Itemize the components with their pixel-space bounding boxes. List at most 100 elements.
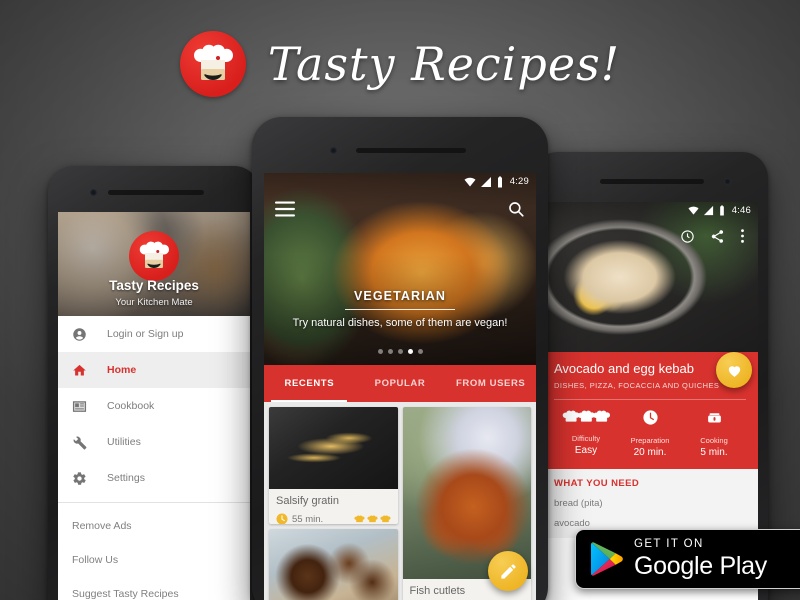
status-bar-clock: 4:29 xyxy=(509,176,529,187)
badge-small-text: GET IT ON xyxy=(634,537,704,550)
sidebar-item-label: Home xyxy=(107,364,137,376)
chef-hat-logo-icon xyxy=(179,31,246,97)
wifi-icon xyxy=(688,206,699,215)
carousel-dots[interactable] xyxy=(264,349,536,354)
sidebar-item-label: Cookbook xyxy=(107,400,155,412)
sidebar-item-settings[interactable]: Settings xyxy=(58,460,250,496)
recipe-card[interactable] xyxy=(269,528,398,600)
tab-label: POPULAR xyxy=(374,378,426,389)
stat-label: Difficulty xyxy=(571,434,601,443)
drawer-nav: Login or Sign up Home Cookbook Utilities… xyxy=(58,316,250,600)
chef-hat-rating-icon xyxy=(562,410,610,422)
earpiece-speaker xyxy=(108,190,204,195)
hero-category: VEGETARIAN xyxy=(353,289,447,303)
sidebar-item-label: Login or Sign up xyxy=(107,328,184,340)
carousel-dot[interactable] xyxy=(397,349,403,354)
stat-difficulty: Difficulty Easy xyxy=(554,409,618,458)
status-bar: 4:46 xyxy=(542,202,758,219)
sidebar-item-utilities[interactable]: Utilities xyxy=(58,424,250,460)
recipe-card[interactable]: Salsify gratin 55 min. xyxy=(269,407,398,524)
favorite-fab[interactable] xyxy=(716,352,752,388)
recipe-stats: Difficulty Easy Preparation 20 min. Cook… xyxy=(554,400,746,458)
recipe-thumbnail xyxy=(269,528,398,600)
sidebar-item-follow-us[interactable]: Follow Us xyxy=(58,543,250,577)
stat-cooking: Cooking 5 min. xyxy=(682,409,746,458)
gear-icon xyxy=(72,471,96,486)
stat-preparation: Preparation 20 min. xyxy=(618,409,682,458)
front-camera-icon xyxy=(90,189,97,196)
recipe-thumbnail xyxy=(269,407,398,489)
stat-label: Preparation xyxy=(630,436,670,445)
search-icon[interactable] xyxy=(507,200,525,218)
drawer-subtitle: Your Kitchen Mate xyxy=(115,297,193,308)
ingredient-item: avocado xyxy=(554,518,590,529)
tab-label: RECENTS xyxy=(284,378,335,389)
sidebar-item-home[interactable]: Home xyxy=(58,352,250,388)
status-bar-clock: 4:46 xyxy=(731,205,751,216)
app-bar xyxy=(264,190,536,228)
stat-value: Easy xyxy=(574,445,598,456)
add-recipe-fab[interactable] xyxy=(488,551,528,591)
pencil-edit-icon xyxy=(500,563,516,579)
recipe-name: Salsify gratin xyxy=(276,495,339,507)
battery-icon xyxy=(497,176,502,187)
hero-banner[interactable]: 4:29 VEGETARIAN Try natural dishes, some… xyxy=(264,173,536,365)
sidebar-item-suggest-recipes[interactable]: Suggest Tasty Recipes xyxy=(58,577,250,600)
pot-icon xyxy=(707,413,721,423)
tab-from-users[interactable]: FROM USERS xyxy=(445,365,536,402)
carousel-dot[interactable] xyxy=(377,349,383,354)
account-circle-icon xyxy=(72,327,96,342)
tab-bar: RECENTS POPULAR FROM USERS xyxy=(264,365,536,402)
front-camera-icon xyxy=(724,178,731,185)
cell-signal-icon xyxy=(480,176,491,187)
phone-mockup-center: 4:29 VEGETARIAN Try natural dishes, some… xyxy=(252,117,548,600)
ingredient-item: bread (pita) xyxy=(554,498,603,509)
recipe-time: 55 min. xyxy=(292,513,324,524)
earpiece-speaker xyxy=(356,148,466,153)
recipe-rating xyxy=(353,514,391,524)
stat-value: 20 min. xyxy=(633,447,667,458)
carousel-dot[interactable] xyxy=(387,349,393,354)
heart-icon xyxy=(728,365,740,377)
ingredients-panel: WHAT YOU NEED bread (pita) avocado xyxy=(542,469,758,538)
tab-label: FROM USERS xyxy=(456,378,526,389)
page-header: Tasty Recipes! xyxy=(0,18,800,110)
status-bar: 4:29 xyxy=(264,173,536,190)
stat-label: Cooking xyxy=(700,436,728,445)
drawer-header: Tasty Recipes Your Kitchen Mate xyxy=(58,212,250,316)
drawer-title: Tasty Recipes xyxy=(109,278,199,293)
recipe-photo: 4:46 xyxy=(542,202,758,352)
divider xyxy=(345,309,455,310)
drawer-logo-icon xyxy=(129,231,179,281)
sidebar-item-label: Remove Ads xyxy=(72,520,132,532)
timer-icon xyxy=(681,229,694,243)
wifi-icon xyxy=(464,177,476,186)
timer-icon xyxy=(642,410,658,425)
sidebar-item-label: Utilities xyxy=(107,436,141,448)
left-phone-screen: Tasty Recipes Your Kitchen Mate Login or… xyxy=(58,212,250,600)
clock-icon xyxy=(276,513,288,524)
google-play-badge[interactable]: GET IT ON Google Play xyxy=(575,529,800,589)
home-icon xyxy=(72,363,96,378)
section-heading: WHAT YOU NEED xyxy=(554,478,640,489)
carousel-dot-active[interactable] xyxy=(407,349,413,354)
hero-description: Try natural dishes, some of them are veg… xyxy=(292,317,508,329)
recipe-appbar xyxy=(542,219,758,253)
tab-popular[interactable]: POPULAR xyxy=(355,365,446,402)
grid-column-left: Salsify gratin 55 min. xyxy=(269,407,398,600)
cell-signal-icon xyxy=(703,205,713,216)
sidebar-item-label: Suggest Tasty Recipes xyxy=(72,588,179,600)
phone-mockup-left: Tasty Recipes Your Kitchen Mate Login or… xyxy=(48,166,260,600)
hamburger-menu-icon[interactable] xyxy=(275,201,295,217)
google-play-triangle-icon xyxy=(590,542,623,576)
wrench-icon xyxy=(72,435,96,450)
sidebar-item-cookbook[interactable]: Cookbook xyxy=(58,388,250,424)
sidebar-item-login[interactable]: Login or Sign up xyxy=(58,316,250,352)
earpiece-speaker xyxy=(600,179,704,184)
more-vertical-icon xyxy=(741,229,744,243)
sidebar-item-remove-ads[interactable]: Remove Ads xyxy=(58,509,250,543)
carousel-dot[interactable] xyxy=(417,349,423,354)
promo-graphic: Tasty Recipes! Tasty Recipes Your Kitche… xyxy=(0,0,800,600)
hero-text: VEGETARIAN Try natural dishes, some of t… xyxy=(264,289,536,331)
tab-recents[interactable]: RECENTS xyxy=(264,365,355,402)
